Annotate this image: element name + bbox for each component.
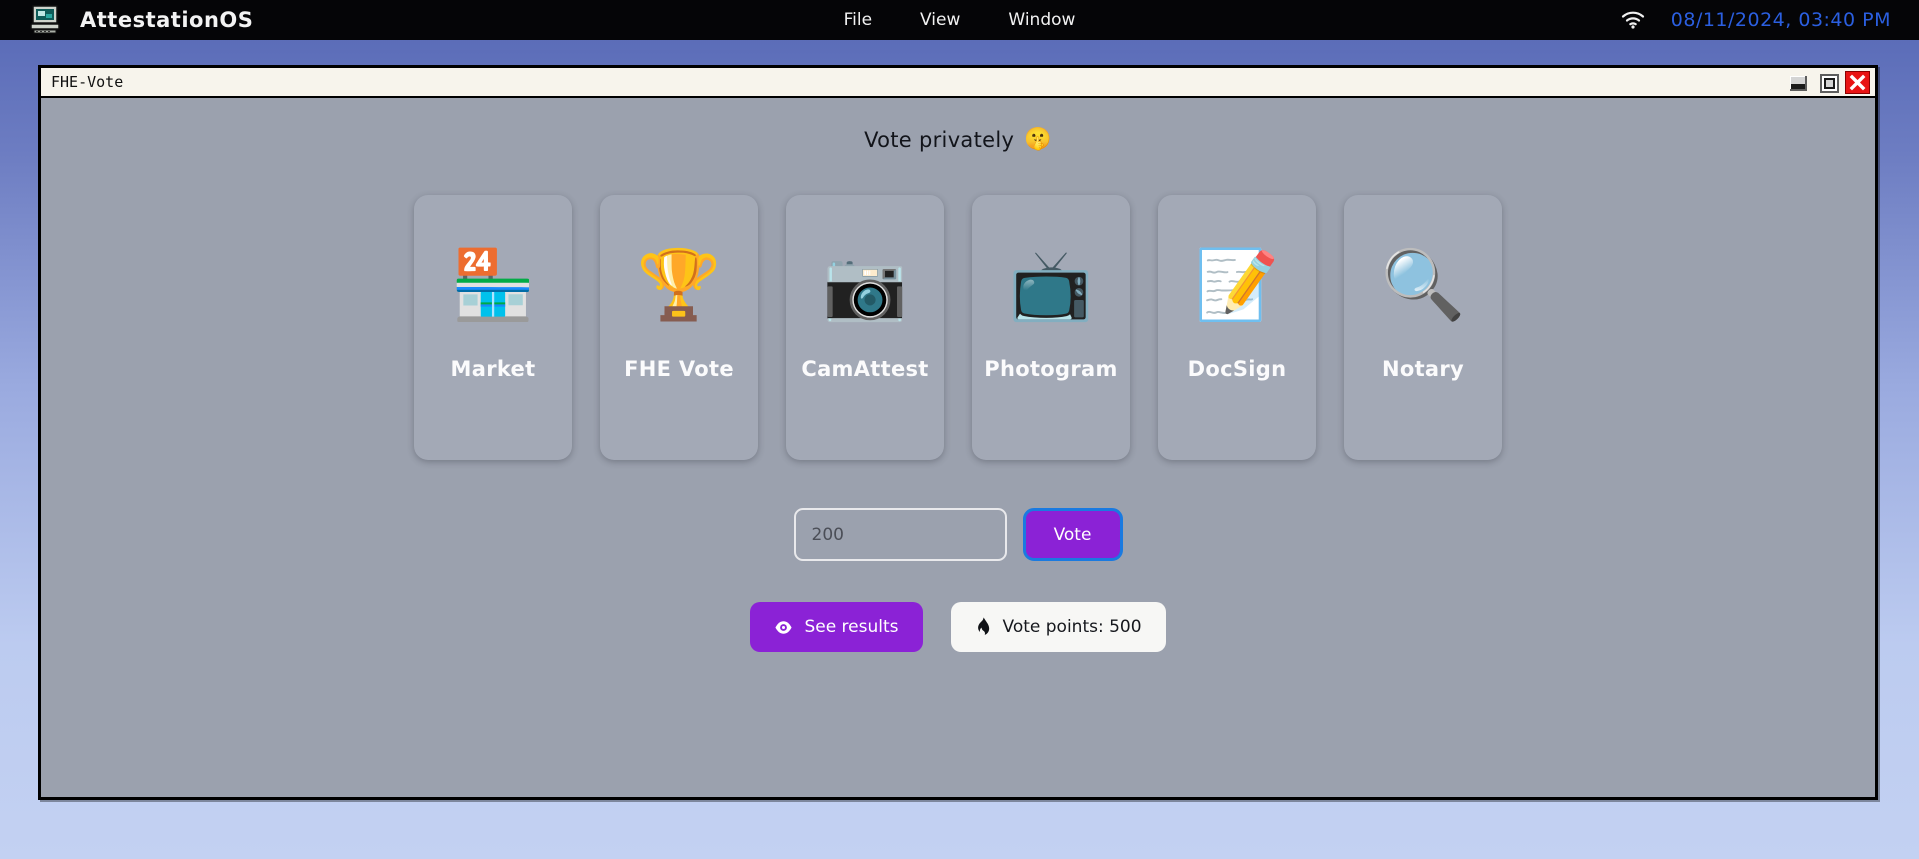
computer-icon	[30, 5, 64, 35]
window-title: FHE-Vote	[51, 73, 124, 91]
app-card-notary[interactable]: 🔍 Notary	[1344, 195, 1502, 460]
camera-icon: 📷	[822, 246, 908, 325]
close-button[interactable]	[1845, 70, 1870, 94]
app-card-docsign[interactable]: 📝 DocSign	[1158, 195, 1316, 460]
app-card-market[interactable]: 🏪 Market	[414, 195, 572, 460]
vote-points-label: Vote points: 500	[1002, 617, 1142, 637]
minimize-button[interactable]	[1785, 71, 1812, 93]
menu-view[interactable]: View	[920, 10, 960, 30]
menu-items: File View Window	[844, 10, 1076, 30]
page-title: Vote privately 🤫	[864, 128, 1052, 152]
app-card-fhe-vote[interactable]: 🏆 FHE Vote	[600, 195, 758, 460]
vote-amount-input[interactable]	[793, 508, 1007, 561]
maximize-button[interactable]	[1815, 71, 1842, 93]
vote-points-badge: Vote points: 500	[950, 602, 1166, 652]
memo-icon: 📝	[1194, 246, 1280, 325]
vote-button[interactable]: Vote	[1022, 508, 1123, 561]
app-label: CamAttest	[801, 357, 929, 381]
clock: 08/11/2024, 03:40 PM	[1670, 9, 1891, 31]
app-label: FHE Vote	[624, 357, 734, 381]
app-label: Notary	[1381, 357, 1465, 381]
app-label: Market	[450, 357, 536, 381]
see-results-button[interactable]: See results	[750, 602, 923, 652]
app-grid: 🏪 Market 🏆 FHE Vote 📷 CamAttest 📺 Photog…	[414, 195, 1502, 460]
os-title: AttestationOS	[80, 8, 254, 32]
television-icon: 📺	[1008, 246, 1094, 325]
brand: AttestationOS	[0, 5, 253, 35]
fhe-vote-window: FHE-Vote Vote privately 🤫 🏪 Market 🏆 FHE…	[38, 65, 1878, 800]
window-controls	[1785, 68, 1875, 96]
system-tray: 08/11/2024, 03:40 PM	[1621, 9, 1891, 31]
fire-icon	[975, 617, 992, 637]
trophy-icon: 🏆	[636, 246, 722, 325]
page-title-text: Vote privately	[864, 128, 1015, 152]
vote-row: Vote	[793, 508, 1123, 561]
convenience-store-icon: 🏪	[450, 246, 536, 325]
shushing-face-icon: 🤫	[1024, 127, 1052, 152]
top-menu-bar: AttestationOS File View Window 08/11/202…	[0, 0, 1919, 40]
action-row: See results Vote points: 500	[750, 602, 1166, 652]
eye-icon	[774, 618, 793, 637]
wifi-icon[interactable]	[1621, 11, 1645, 29]
magnifying-glass-icon: 🔍	[1380, 246, 1466, 325]
window-content: Vote privately 🤫 🏪 Market 🏆 FHE Vote 📷 C…	[41, 98, 1875, 797]
window-titlebar[interactable]: FHE-Vote	[41, 68, 1875, 98]
app-label: DocSign	[1187, 357, 1287, 381]
menu-window[interactable]: Window	[1008, 10, 1075, 30]
see-results-label: See results	[804, 617, 899, 637]
menu-file[interactable]: File	[844, 10, 872, 30]
app-card-photogram[interactable]: 📺 Photogram	[972, 195, 1130, 460]
app-label: Photogram	[984, 357, 1118, 381]
app-card-camattest[interactable]: 📷 CamAttest	[786, 195, 944, 460]
